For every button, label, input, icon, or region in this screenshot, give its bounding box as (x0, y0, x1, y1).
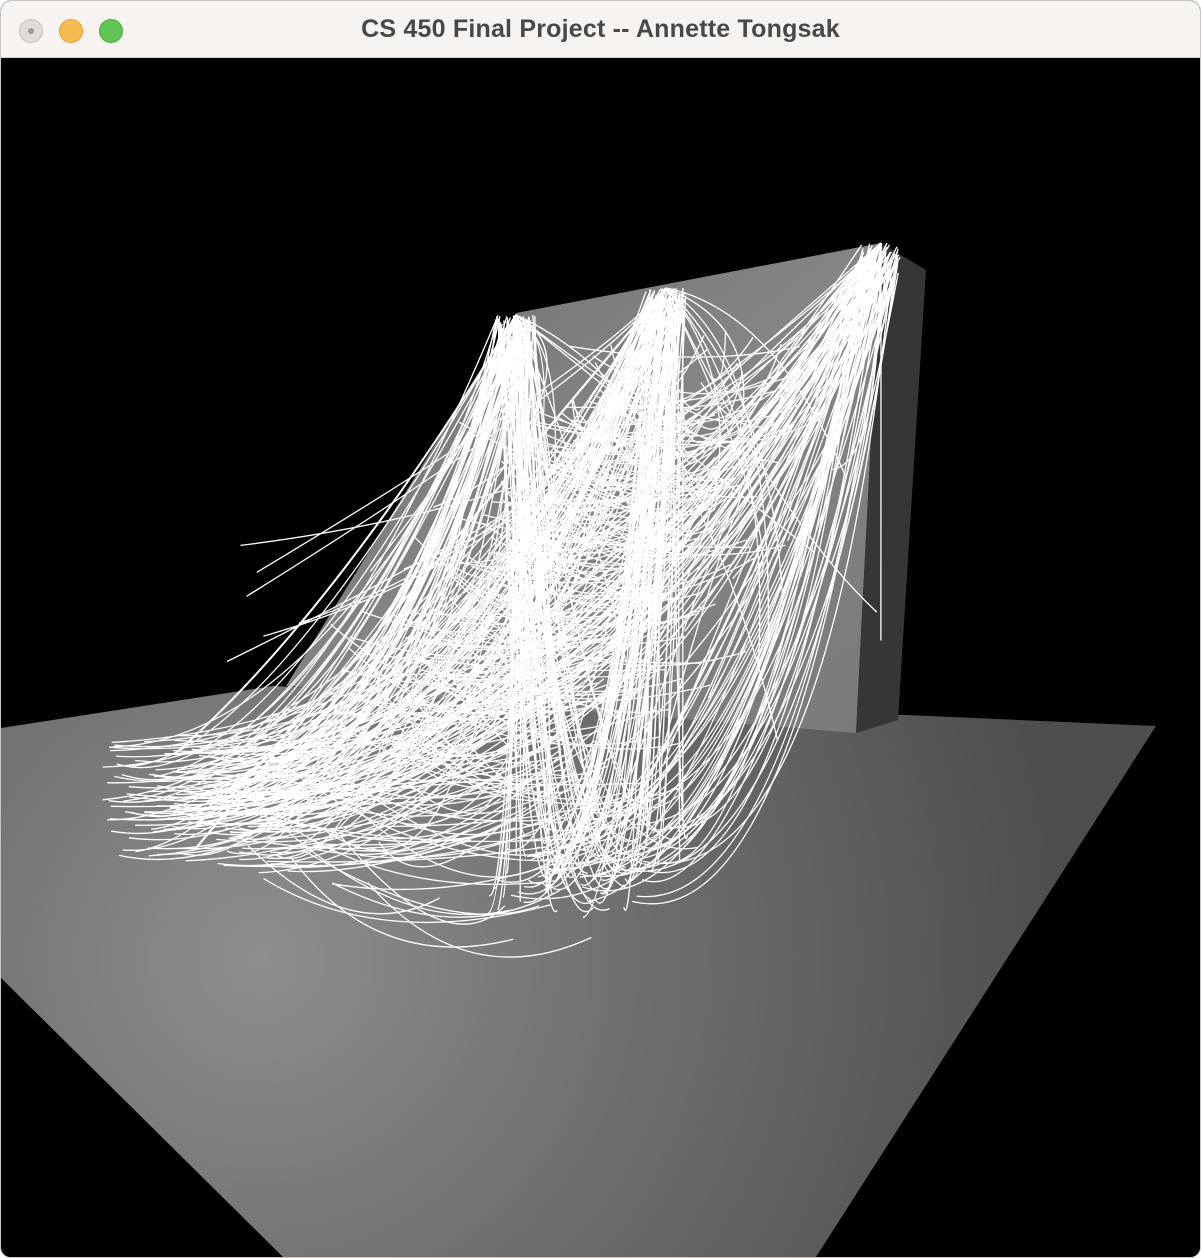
scene-render (1, 242, 1156, 1257)
opengl-viewport[interactable] (1, 58, 1200, 1257)
window-title: CS 450 Final Project -- Annette Tongsak (361, 15, 840, 43)
app-window: CS 450 Final Project -- Annette Tongsak (0, 0, 1201, 1258)
title-bar[interactable]: CS 450 Final Project -- Annette Tongsak (1, 1, 1200, 58)
